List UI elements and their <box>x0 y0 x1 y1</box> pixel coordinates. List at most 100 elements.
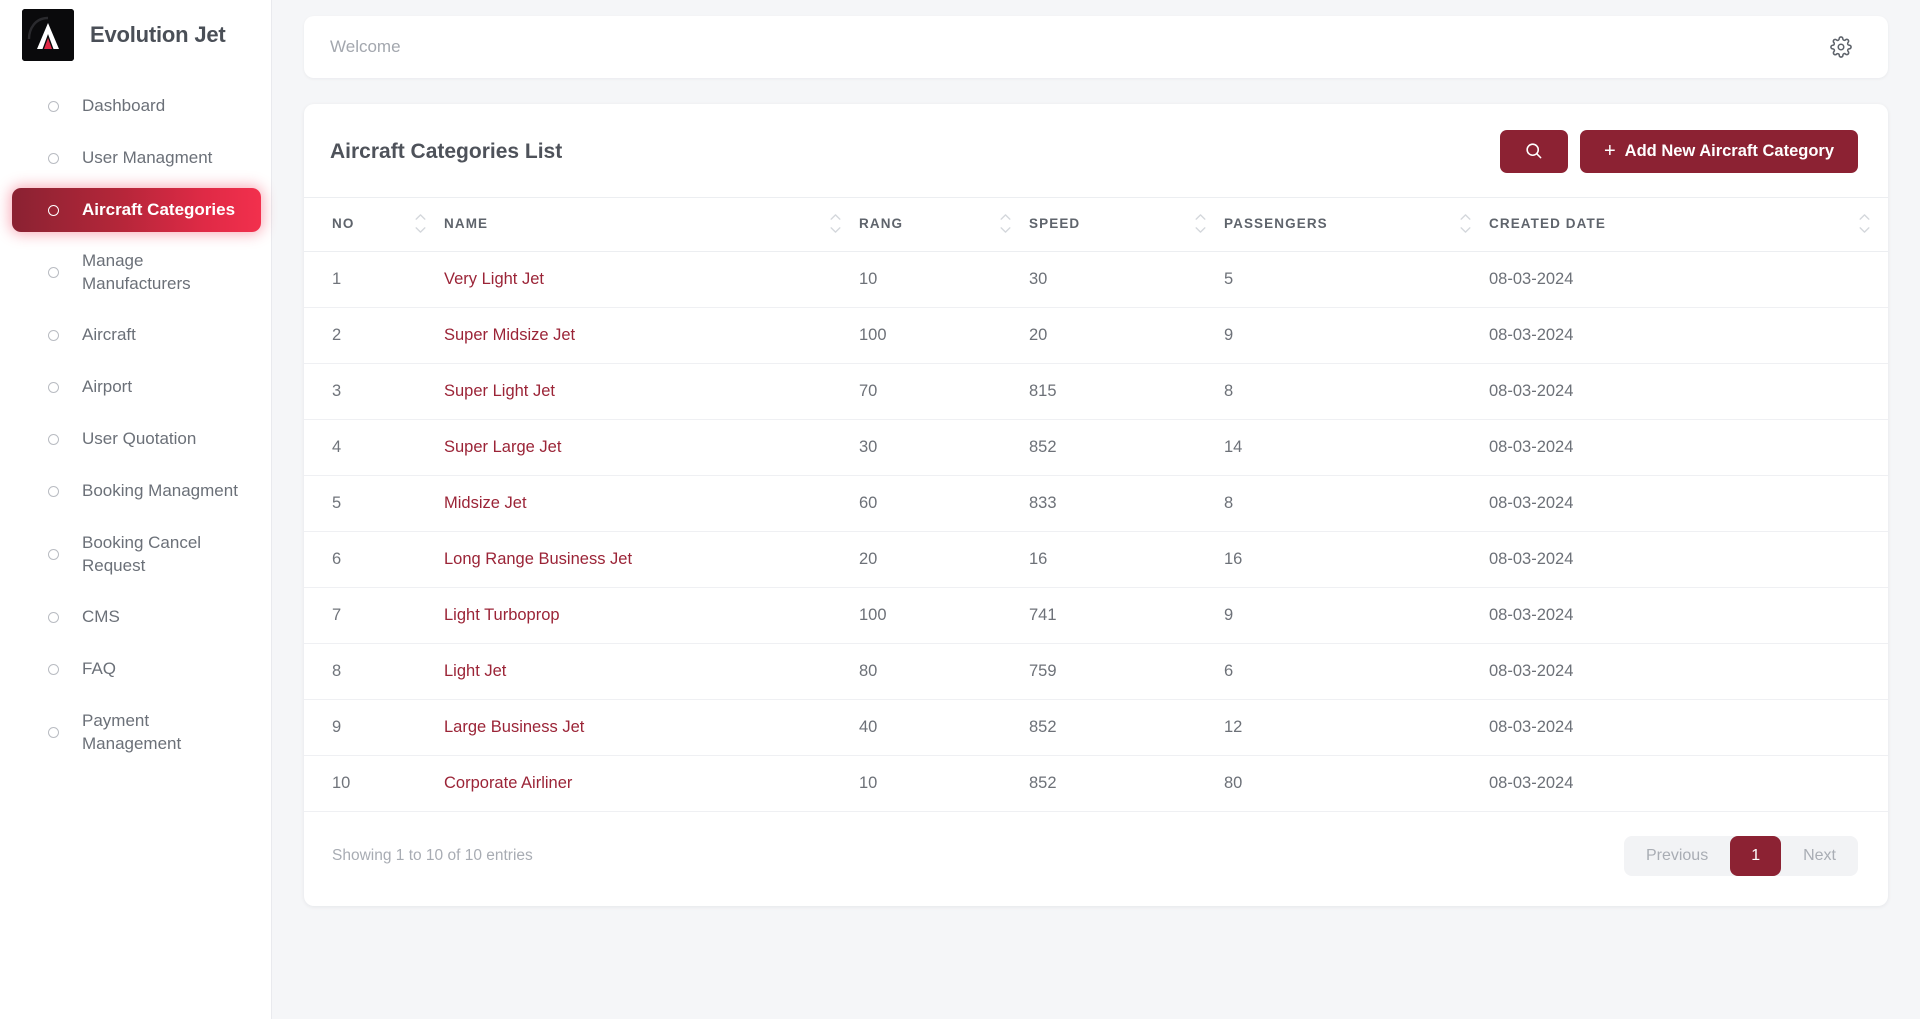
cell-created-date: 08-03-2024 <box>1489 363 1888 420</box>
search-button[interactable] <box>1499 130 1568 173</box>
sidebar-item-aircraft[interactable]: Aircraft <box>10 314 261 358</box>
cell-created-date: 08-03-2024 <box>1489 307 1888 364</box>
column-label: PASSENGERS <box>1224 216 1328 231</box>
cell-created-date: 08-03-2024 <box>1489 587 1888 644</box>
add-new-aircraft-category-button[interactable]: + Add New Aircraft Category <box>1579 130 1858 173</box>
sort-arrows-icon[interactable] <box>1460 214 1471 233</box>
cell-passengers: 9 <box>1224 307 1489 364</box>
sidebar-item-booking-managment[interactable]: Booking Managment <box>10 470 261 514</box>
lambda-logo-icon <box>22 9 74 61</box>
table-row: 2 Super Midsize Jet 100 20 9 08-03-2024 <box>304 307 1888 364</box>
table-header: NO NAME RANG SPEED PASSENGERS CREATED DA… <box>304 197 1888 252</box>
column-header-name[interactable]: NAME <box>444 197 859 252</box>
search-icon <box>1524 141 1543 163</box>
category-name-link[interactable]: Large Business Jet <box>444 718 584 736</box>
cell-passengers: 16 <box>1224 531 1489 588</box>
entries-info: Showing 1 to 10 of 10 entries <box>332 847 533 864</box>
column-header-passengers[interactable]: PASSENGERS <box>1224 197 1489 252</box>
cell-no: 6 <box>304 531 444 588</box>
cell-speed: 20 <box>1029 307 1224 364</box>
welcome-text: Welcome <box>330 37 401 56</box>
category-name-link[interactable]: Super Light Jet <box>444 382 555 400</box>
sort-arrows-icon[interactable] <box>1000 214 1011 233</box>
column-header-created-date[interactable]: CREATED DATE <box>1489 197 1888 252</box>
cell-created-date: 08-03-2024 <box>1489 643 1888 700</box>
sidebar-item-aircraft-categories[interactable]: Aircraft Categories <box>12 188 261 232</box>
sort-arrows-icon[interactable] <box>1859 214 1870 233</box>
cell-no: 3 <box>304 363 444 420</box>
sidebar-item-label: FAQ <box>82 659 117 679</box>
circle-bullet-icon <box>48 100 59 112</box>
cell-passengers: 14 <box>1224 419 1489 476</box>
sidebar-item-label: User Managment <box>82 147 213 167</box>
table-row: 10 Corporate Airliner 10 852 80 08-03-20… <box>304 755 1888 812</box>
cell-no: 5 <box>304 475 444 532</box>
category-name-link[interactable]: Midsize Jet <box>444 494 527 512</box>
sidebar-nav: Dashboard User Managment Aircraft Catego… <box>0 70 271 766</box>
cell-no: 7 <box>304 587 444 644</box>
sidebar-item-payment-management[interactable]: Payment Management <box>10 700 261 766</box>
table-body: 1 Very Light Jet 10 30 5 08-03-2024 2 Su… <box>304 251 1888 812</box>
cell-speed: 815 <box>1029 363 1224 420</box>
category-name-link[interactable]: Very Light Jet <box>444 270 544 288</box>
cell-passengers: 6 <box>1224 643 1489 700</box>
sidebar-item-label: Manage Manufacturers <box>82 251 191 293</box>
table-row: 8 Light Jet 80 759 6 08-03-2024 <box>304 643 1888 700</box>
column-header-rang[interactable]: RANG <box>859 197 1029 252</box>
category-name-link[interactable]: Super Large Jet <box>444 438 561 456</box>
main-content: Welcome Aircraft Categories List + Add N… <box>272 0 1920 1019</box>
cell-name: Light Jet <box>444 643 859 700</box>
sidebar-item-label: User Quotation <box>82 429 197 449</box>
sidebar-item-manage-manufacturers[interactable]: Manage Manufacturers <box>10 240 261 306</box>
cell-no: 2 <box>304 307 444 364</box>
category-name-link[interactable]: Light Turboprop <box>444 606 560 624</box>
table-row: 7 Light Turboprop 100 741 9 08-03-2024 <box>304 587 1888 644</box>
column-label: RANG <box>859 216 904 231</box>
brand[interactable]: Evolution Jet <box>0 0 271 70</box>
sort-arrows-icon[interactable] <box>1195 214 1206 233</box>
column-label: CREATED DATE <box>1489 216 1606 231</box>
sidebar: Evolution Jet Dashboard User Managment A… <box>0 0 272 1019</box>
sidebar-item-dashboard[interactable]: Dashboard <box>10 84 261 128</box>
cell-passengers: 9 <box>1224 587 1489 644</box>
cell-name: Super Light Jet <box>444 363 859 420</box>
cell-speed: 30 <box>1029 251 1224 308</box>
category-name-link[interactable]: Long Range Business Jet <box>444 550 632 568</box>
aircraft-categories-card: Aircraft Categories List + Add New Aircr… <box>304 104 1888 906</box>
sidebar-item-user-quotation[interactable]: User Quotation <box>10 418 261 462</box>
sidebar-item-user-managment[interactable]: User Managment <box>10 136 261 180</box>
pagination-next-button[interactable]: Next <box>1781 836 1858 876</box>
cell-no: 1 <box>304 251 444 308</box>
card-header: Aircraft Categories List + Add New Aircr… <box>304 104 1888 197</box>
cell-speed: 852 <box>1029 755 1224 812</box>
category-name-link[interactable]: Corporate Airliner <box>444 774 572 792</box>
pagination-previous-button[interactable]: Previous <box>1624 836 1730 876</box>
table-row: 1 Very Light Jet 10 30 5 08-03-2024 <box>304 251 1888 308</box>
sidebar-item-airport[interactable]: Airport <box>10 366 261 410</box>
column-label: NAME <box>444 216 489 231</box>
cell-created-date: 08-03-2024 <box>1489 475 1888 532</box>
cell-rang: 100 <box>859 587 1029 644</box>
sidebar-item-faq[interactable]: FAQ <box>10 648 261 692</box>
sidebar-item-label: Booking Managment <box>82 481 238 501</box>
column-header-speed[interactable]: SPEED <box>1029 197 1224 252</box>
category-name-link[interactable]: Light Jet <box>444 662 506 680</box>
gear-icon[interactable] <box>1826 32 1856 62</box>
sidebar-item-label: Booking Cancel Request <box>82 532 202 575</box>
sort-arrows-icon[interactable] <box>830 214 841 233</box>
cell-speed: 16 <box>1029 531 1224 588</box>
sidebar-item-booking-cancel-request[interactable]: Booking Cancel Request <box>10 522 261 588</box>
sidebar-item-cms[interactable]: CMS <box>10 596 261 640</box>
brand-name: Evolution Jet <box>90 22 226 47</box>
column-label: SPEED <box>1029 216 1081 231</box>
app-root: Evolution Jet Dashboard User Managment A… <box>0 0 1920 1019</box>
pagination: Previous 1 Next <box>1623 836 1858 876</box>
sort-arrows-icon[interactable] <box>415 214 426 233</box>
column-header-no[interactable]: NO <box>304 197 444 252</box>
cell-rang: 60 <box>859 475 1029 532</box>
cell-name: Super Midsize Jet <box>444 307 859 364</box>
cell-no: 10 <box>304 755 444 812</box>
category-name-link[interactable]: Super Midsize Jet <box>444 326 575 344</box>
cell-rang: 10 <box>859 251 1029 308</box>
pagination-page-1-button[interactable]: 1 <box>1730 836 1782 876</box>
